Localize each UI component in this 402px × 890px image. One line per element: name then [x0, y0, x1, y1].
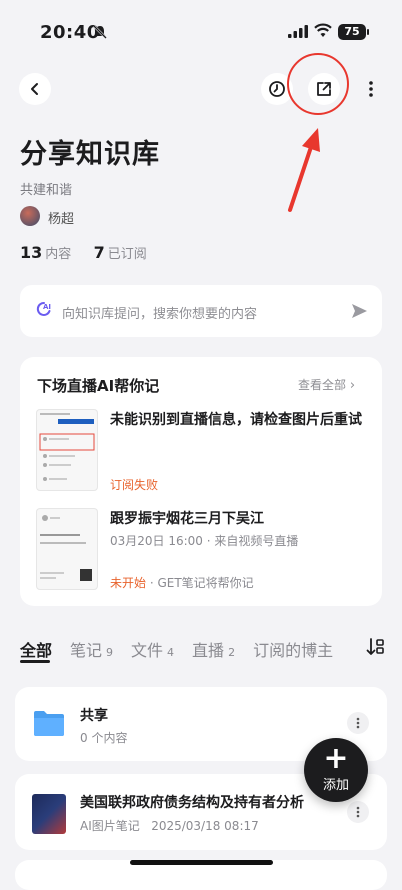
status-time: 20:40 — [40, 22, 100, 43]
live-item-title[interactable]: 未能识别到直播信息，请检查图片后重试 — [110, 409, 370, 431]
battery-icon: 75 — [338, 24, 366, 40]
content-count: 13 — [20, 243, 43, 262]
list-item-title: 共享 — [80, 708, 108, 724]
plus-icon: + — [323, 741, 349, 776]
list-item-title: 美国联邦政府债务结构及持有者分析 — [80, 795, 304, 811]
ask-input-placeholder[interactable]: 向知识库提问，搜索你想要的内容 — [62, 303, 257, 322]
avatar[interactable] — [20, 206, 40, 226]
live-item-status: 订阅失败 — [110, 478, 159, 492]
svg-text:AI: AI — [43, 303, 51, 311]
see-all-label: 查看全部 — [298, 378, 347, 392]
tab-label: 直播 — [192, 641, 225, 660]
subscribe-count: 7 — [93, 243, 105, 262]
more-vertical-icon — [369, 81, 373, 97]
send-icon[interactable] — [350, 302, 368, 320]
page-subtitle: 共建和谐 — [20, 183, 73, 198]
add-button-label: 添加 — [322, 778, 349, 793]
live-thumbnail[interactable] — [36, 508, 98, 590]
tab-all[interactable]: 全部 — [20, 637, 52, 661]
content-tabs: 全部 笔记 9 文件 4 直播 2 订阅的博主 — [20, 637, 351, 661]
live-thumbnail[interactable] — [36, 409, 98, 491]
tab-count: 9 — [106, 646, 114, 659]
see-all-link[interactable]: 查看全部 › — [298, 376, 355, 393]
signal-icon — [288, 25, 308, 38]
tab-active-indicator — [20, 660, 50, 663]
item-more-button[interactable] — [347, 712, 369, 734]
tab-label: 文件 — [131, 641, 164, 660]
more-button[interactable] — [355, 73, 387, 105]
tab-count: 2 — [228, 646, 236, 659]
live-item-status-tag: 未开始 — [110, 576, 147, 590]
live-item-meta: 03月20日 16:00 · 来自视频号直播 — [110, 534, 299, 548]
live-item-status: 未开始 · GET笔记将帮你记 — [110, 574, 254, 591]
folder-icon — [34, 711, 64, 736]
note-thumbnail — [32, 794, 66, 834]
item-more-button[interactable] — [347, 801, 369, 823]
page-title: 分享知识库 — [20, 139, 160, 170]
live-item-title[interactable]: 跟罗振宇烟花三月下吴江 — [110, 508, 264, 530]
annotation-arrow — [288, 128, 320, 212]
screenshot-preview-icon — [39, 413, 95, 481]
chevron-right-icon: › — [349, 378, 356, 393]
tab-subscribed-bloggers[interactable]: 订阅的博主 — [253, 637, 333, 661]
poster-preview-icon — [40, 515, 92, 581]
live-section-title: 下场直播AI帮你记 — [37, 377, 160, 395]
wifi-icon — [314, 23, 332, 37]
stats-row: 13 内容 7 已订阅 — [20, 243, 147, 262]
tab-live[interactable]: 直播 2 — [192, 637, 235, 661]
tab-label: 订阅的博主 — [253, 641, 334, 660]
author-name[interactable]: 杨超 — [48, 208, 74, 227]
list-item-meta: 0 个内容 — [80, 731, 128, 745]
battery-cap — [367, 29, 369, 35]
clock-icon — [269, 81, 285, 97]
list-item-meta: AI图片笔记 2025/03/18 08:17 — [80, 819, 259, 833]
content-label: 内容 — [45, 247, 72, 262]
tab-files[interactable]: 文件 4 — [131, 637, 174, 661]
sort-icon[interactable] — [366, 637, 386, 657]
tab-count: 4 — [167, 646, 175, 659]
more-vertical-icon — [356, 717, 360, 729]
back-button[interactable] — [19, 73, 51, 105]
tab-label: 全部 — [20, 641, 53, 660]
more-vertical-icon — [356, 806, 360, 818]
home-indicator[interactable] — [130, 860, 273, 865]
bell-muted-icon — [93, 25, 107, 39]
tab-label: 笔记 — [70, 641, 103, 660]
annotation-circle — [287, 53, 349, 115]
tab-notes[interactable]: 笔记 9 — [70, 637, 113, 661]
add-button[interactable]: + 添加 — [304, 738, 368, 802]
chevron-left-icon — [31, 83, 38, 95]
subscribe-label[interactable]: 已订阅 — [108, 247, 147, 262]
live-item-status-note: · GET笔记将帮你记 — [146, 576, 254, 590]
ai-search-icon: AI — [36, 301, 51, 316]
